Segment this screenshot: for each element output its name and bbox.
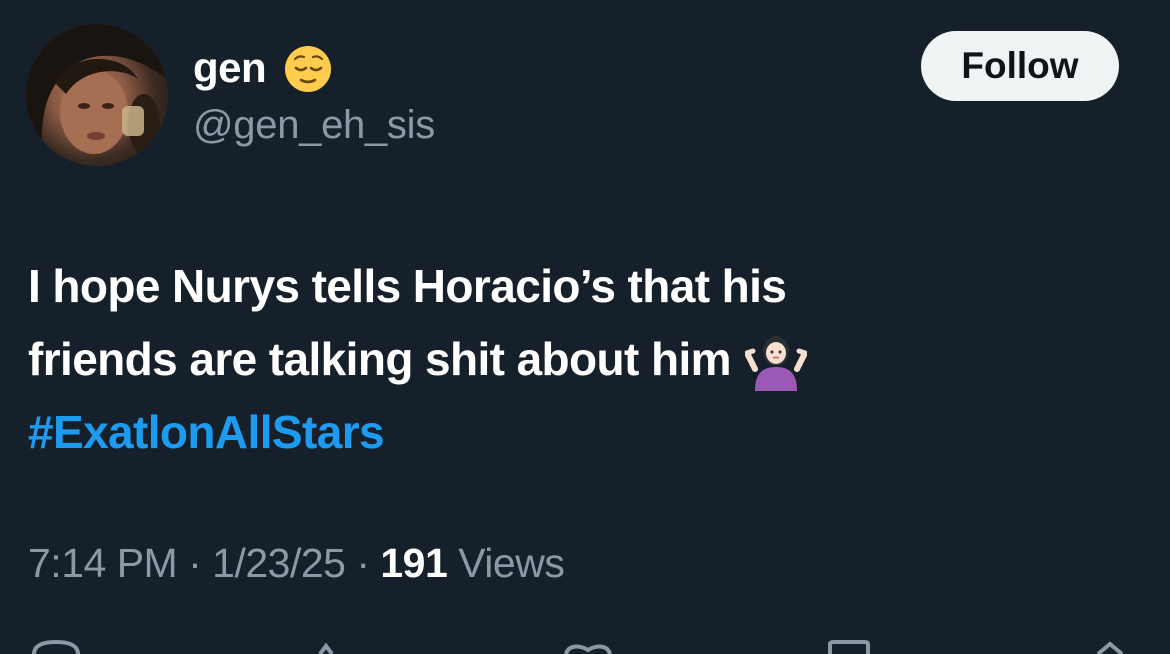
bookmark-icon[interactable] [826,640,872,654]
share-icon[interactable] [1090,640,1130,654]
meta-separator: · [177,540,213,586]
woman-shrugging-emoji-icon [744,335,807,391]
views-label: Views [447,540,565,586]
tweet-meta: 7:14 PM · 1/23/25 · 191 Views [28,540,565,587]
author-name-row: gen [193,40,334,96]
retweet-icon[interactable] [290,640,340,654]
display-name[interactable]: gen [193,44,267,92]
tweet-line-2-text: friends are talking shit about him [28,333,732,385]
tweet-text: I hope Nurys tells Horacio’s that his fr… [28,250,1128,469]
tweet-line-2: friends are talking shit about him [28,323,1128,396]
author-handle[interactable]: @gen_eh_sis [193,103,435,148]
meta-separator: · [345,540,381,586]
reply-icon[interactable] [30,640,82,654]
avatar[interactable] [26,24,168,166]
action-bar [0,640,1170,654]
follow-button[interactable]: Follow [921,31,1119,101]
tweet-time[interactable]: 7:14 PM [28,540,178,586]
tweet-date[interactable]: 1/23/25 [212,540,346,586]
views-count: 191 [380,540,448,586]
profile-photo-icon [26,24,168,166]
relieved-face-emoji-icon [285,46,332,92]
hashtag-link[interactable]: #ExatlonAllStars [28,396,1128,469]
like-icon[interactable] [560,640,616,654]
tweet-line-1: I hope Nurys tells Horacio’s that his [28,260,787,312]
